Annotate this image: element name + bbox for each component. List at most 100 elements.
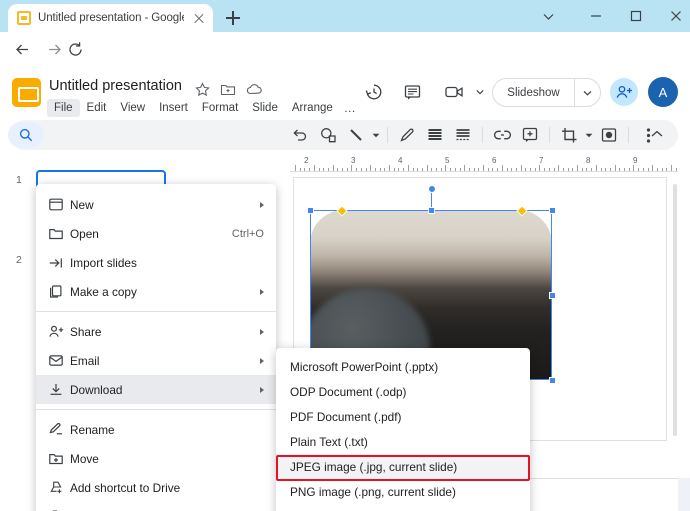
ruler-tick	[535, 168, 536, 171]
text-align-icon[interactable]	[423, 123, 447, 147]
ruler-tick	[474, 168, 475, 171]
file-menu-item-email[interactable]: Email	[36, 346, 276, 375]
window-minimize-icon[interactable]	[575, 0, 617, 32]
ruler-tick	[469, 168, 470, 171]
undo-icon[interactable]	[288, 123, 312, 147]
ruler-tick	[427, 165, 428, 171]
menu-file[interactable]: File	[47, 99, 80, 117]
ruler-tick	[610, 168, 611, 171]
ruler-tick	[497, 168, 498, 171]
crop-icon[interactable]	[557, 123, 581, 147]
ruler-tick	[441, 168, 442, 171]
meet-camera-icon[interactable]	[440, 78, 468, 106]
line-spacing-icon[interactable]	[451, 123, 475, 147]
file-menu-item-move-to-trash[interactable]: Move to trash	[36, 502, 276, 511]
window-maximize-icon[interactable]	[615, 0, 657, 32]
window-close-icon[interactable]	[655, 0, 690, 32]
menu-more[interactable]: …	[340, 98, 360, 118]
file-menu-item-add-shortcut-to-drive[interactable]: Add shortcut to Drive	[36, 473, 276, 502]
file-menu-item-new[interactable]: New	[36, 190, 276, 219]
file-menu-item-rename[interactable]: Rename	[36, 415, 276, 444]
window-chevron-down-icon[interactable]	[527, 0, 569, 32]
line-caret-icon[interactable]	[370, 123, 382, 147]
submenu-arrow-icon	[260, 329, 264, 335]
resize-handle-br[interactable]	[549, 377, 556, 384]
corner-radius-handle-right[interactable]	[516, 205, 527, 216]
menu-slide[interactable]: Slide	[245, 99, 285, 117]
ruler-tick	[478, 168, 479, 171]
pen-icon[interactable]	[395, 123, 419, 147]
download-option-odp[interactable]: ODP Document (.odp)	[276, 379, 530, 404]
ruler-tick	[582, 168, 583, 171]
ruler-tick	[455, 168, 456, 171]
ruler-tick	[483, 165, 484, 171]
ruler-tick	[309, 168, 310, 171]
browser-tab[interactable]: Untitled presentation - Google S	[8, 4, 213, 32]
file-menu-item-open[interactable]: Open Ctrl+O	[36, 219, 276, 248]
new-tab-button[interactable]	[222, 7, 244, 29]
menu-insert[interactable]: Insert	[152, 99, 195, 117]
shape-icon[interactable]	[316, 123, 340, 147]
line-icon[interactable]	[344, 123, 368, 147]
file-menu-item-make-a-copy[interactable]: Make a copy	[36, 277, 276, 306]
ruler-tick	[408, 165, 409, 171]
corner-radius-handle-left[interactable]	[336, 205, 347, 216]
mask-image-icon[interactable]	[597, 123, 621, 147]
download-option-jpeg[interactable]: JPEG image (.jpg, current slide)	[276, 454, 530, 479]
menu-format[interactable]: Format	[195, 99, 245, 117]
ruler-number: 5	[445, 156, 449, 165]
document-title[interactable]: Untitled presentation	[49, 78, 182, 94]
rotate-handle[interactable]	[428, 185, 436, 193]
download-option-pptx[interactable]: Microsoft PowerPoint (.pptx)	[276, 354, 530, 379]
resize-handle-tl[interactable]	[307, 207, 314, 214]
ruler-tick	[328, 168, 329, 171]
resize-handle-tr[interactable]	[549, 207, 556, 214]
slides-menubar: File Edit View Insert Format Slide Arran…	[47, 98, 360, 118]
back-arrow-icon[interactable]	[10, 37, 34, 61]
menu-label: Download	[70, 383, 252, 397]
ruler-tick	[511, 168, 512, 171]
download-submenu: Microsoft PowerPoint (.pptx) ODP Documen…	[276, 348, 530, 511]
ruler-tick	[605, 168, 606, 171]
add-comment-icon[interactable]	[518, 123, 542, 147]
ruler-tick	[568, 168, 569, 171]
menu-label: Email	[70, 354, 252, 368]
toolbar-collapse-chevron-up-icon[interactable]	[646, 123, 668, 145]
reload-icon[interactable]	[63, 37, 87, 61]
comment-icon[interactable]	[398, 78, 426, 106]
file-menu-item-share[interactable]: Share	[36, 317, 276, 346]
star-icon[interactable]	[193, 80, 211, 98]
download-option-pdf[interactable]: PDF Document (.pdf)	[276, 404, 530, 429]
file-menu-item-move[interactable]: Move	[36, 444, 276, 473]
slideshow-chevron-down-icon[interactable]	[574, 79, 600, 106]
cloud-saved-icon[interactable]	[245, 80, 263, 98]
ruler-tick	[516, 168, 517, 171]
crop-caret-icon[interactable]	[583, 123, 595, 147]
move-to-folder-icon[interactable]	[219, 80, 237, 98]
ruler-tick	[375, 168, 376, 171]
resize-handle-mr[interactable]	[549, 292, 556, 299]
menu-edit[interactable]: Edit	[80, 99, 114, 117]
ruler-tick	[342, 168, 343, 171]
insert-link-icon[interactable]	[490, 123, 514, 147]
version-history-icon[interactable]	[360, 78, 388, 106]
submenu-arrow-icon	[260, 202, 264, 208]
slideshow-button[interactable]: Slideshow	[493, 87, 574, 99]
download-option-svg[interactable]: Scalable Vector Graphics (.svg, current …	[276, 504, 530, 511]
ruler-tick	[450, 168, 451, 171]
file-menu-item-import-slides[interactable]: Import slides	[36, 248, 276, 277]
user-avatar[interactable]: A	[648, 77, 678, 107]
ruler-tick	[596, 165, 597, 171]
meet-caret-icon[interactable]	[466, 78, 494, 106]
download-option-png[interactable]: PNG image (.png, current slide)	[276, 479, 530, 504]
menu-view[interactable]: View	[113, 99, 152, 117]
share-button[interactable]	[610, 78, 638, 106]
resize-handle-tc[interactable]	[428, 207, 435, 214]
search-panel-button[interactable]	[8, 122, 44, 148]
tab-close-icon[interactable]	[191, 10, 207, 26]
download-option-txt[interactable]: Plain Text (.txt)	[276, 429, 530, 454]
ruler-number: 3	[351, 156, 355, 165]
file-menu-item-download[interactable]: Download	[36, 375, 276, 404]
canvas-vertical-scrollbar[interactable]	[673, 184, 677, 436]
menu-arrange[interactable]: Arrange	[285, 99, 340, 117]
